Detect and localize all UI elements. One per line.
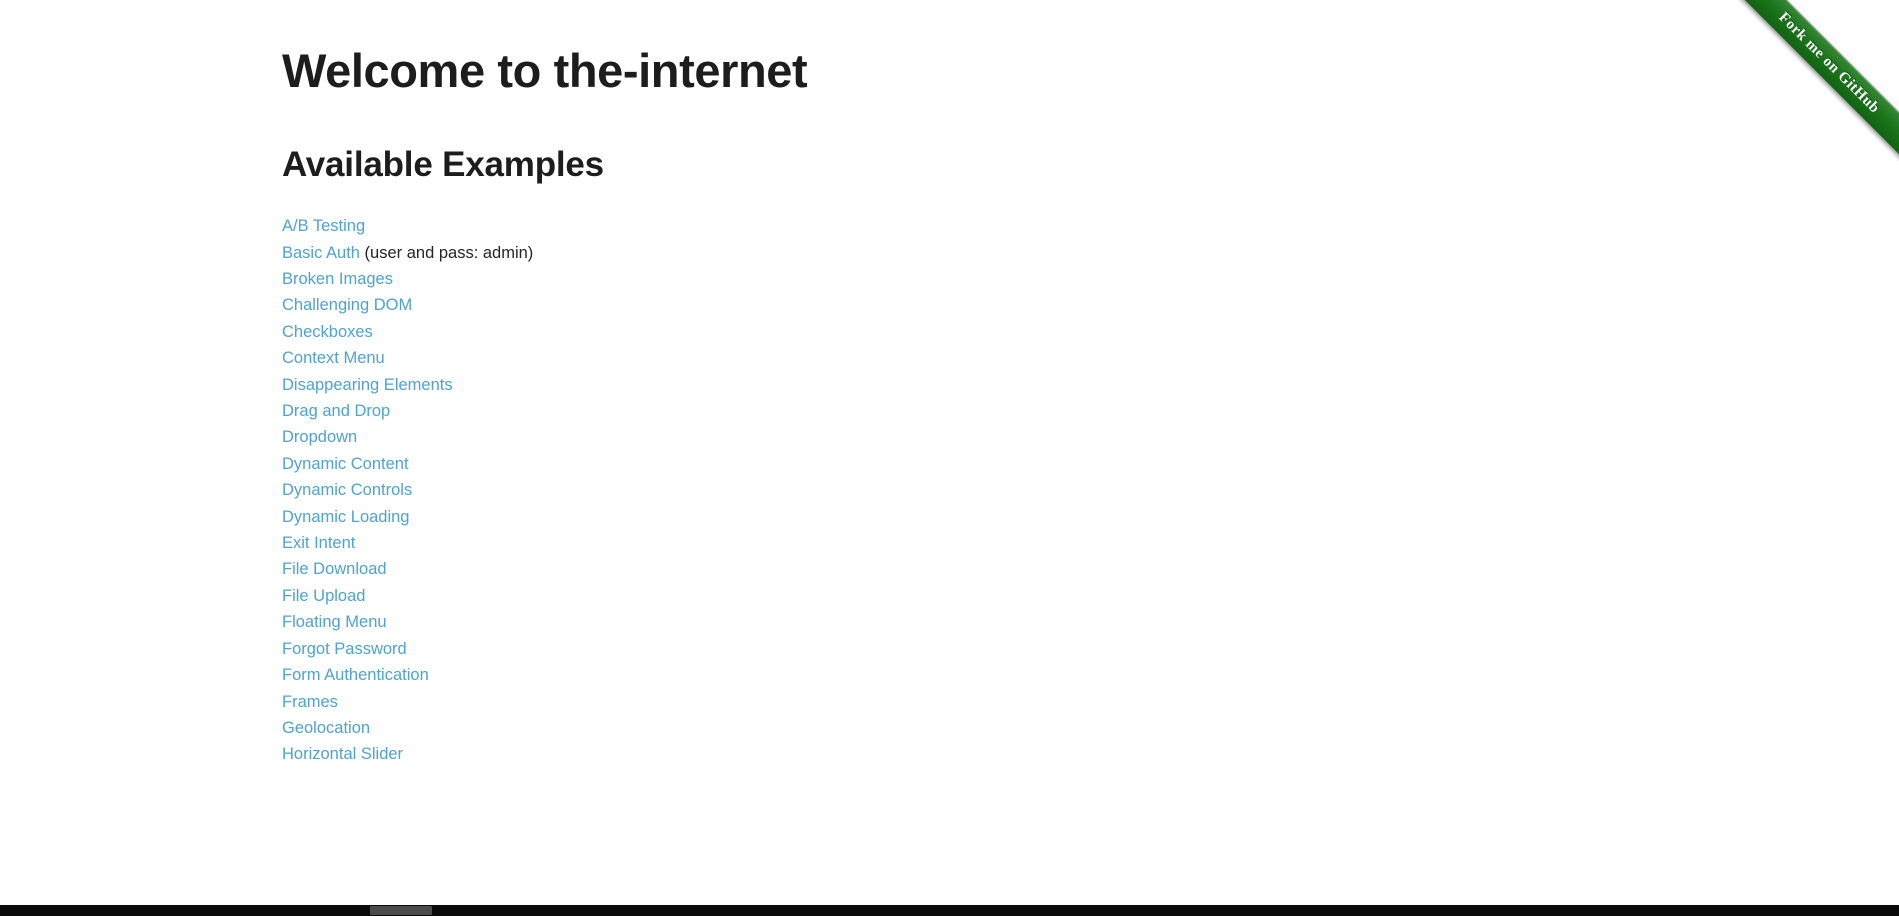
example-link-horizontal-slider[interactable]: Horizontal Slider [282, 745, 403, 763]
list-item: Broken Images [282, 266, 1899, 292]
example-link-forgot-password[interactable]: Forgot Password [282, 640, 407, 658]
example-link-form-authentication[interactable]: Form Authentication [282, 666, 429, 684]
example-link-frames[interactable]: Frames [282, 693, 338, 711]
list-item: Dynamic Content [282, 451, 1899, 477]
horizontal-scrollbar-thumb[interactable] [370, 906, 432, 915]
example-link-exit-intent[interactable]: Exit Intent [282, 534, 355, 552]
list-item: Dropdown [282, 424, 1899, 450]
list-item: A/B Testing [282, 213, 1899, 239]
list-item: Drag and Drop [282, 398, 1899, 424]
list-item: Frames [282, 689, 1899, 715]
example-link-file-upload[interactable]: File Upload [282, 587, 365, 605]
list-item: Exit Intent [282, 530, 1899, 556]
list-item: Dynamic Loading [282, 504, 1899, 530]
examples-list: A/B Testing Basic Auth (user and pass: a… [282, 184, 1899, 768]
list-item: Floating Menu [282, 609, 1899, 635]
main-content: Welcome to the-internet Available Exampl… [0, 0, 1899, 768]
example-link-basic-auth[interactable]: Basic Auth [282, 244, 360, 262]
list-item: Form Authentication [282, 662, 1899, 688]
list-item: Geolocation [282, 715, 1899, 741]
page-title: Welcome to the-internet [282, 44, 808, 97]
example-link-file-download[interactable]: File Download [282, 560, 387, 578]
list-item: File Upload [282, 583, 1899, 609]
example-link-checkboxes[interactable]: Checkboxes [282, 323, 373, 341]
list-item: Disappearing Elements [282, 372, 1899, 398]
list-item: Horizontal Slider [282, 741, 1899, 767]
list-item: Context Menu [282, 345, 1899, 371]
example-link-dropdown[interactable]: Dropdown [282, 428, 357, 446]
example-link-floating-menu[interactable]: Floating Menu [282, 613, 387, 631]
fork-me-on-github-ribbon[interactable]: Fork me on GitHub [1699, 0, 1899, 200]
example-link-ab-testing[interactable]: A/B Testing [282, 217, 365, 235]
page-container: Fork me on GitHub Welcome to the-interne… [0, 0, 1899, 905]
example-link-dynamic-loading[interactable]: Dynamic Loading [282, 508, 410, 526]
example-link-challenging-dom[interactable]: Challenging DOM [282, 296, 412, 314]
example-link-broken-images[interactable]: Broken Images [282, 270, 393, 288]
example-link-dynamic-controls[interactable]: Dynamic Controls [282, 481, 412, 499]
example-link-context-menu[interactable]: Context Menu [282, 349, 385, 367]
list-item: Forgot Password [282, 636, 1899, 662]
list-item: Checkboxes [282, 319, 1899, 345]
example-note: (user and pass: admin) [359, 243, 534, 262]
example-link-drag-and-drop[interactable]: Drag and Drop [282, 402, 390, 420]
list-item: Basic Auth (user and pass: admin) [282, 240, 1899, 266]
list-item: Dynamic Controls [282, 477, 1899, 503]
fork-ribbon-label[interactable]: Fork me on GitHub [1726, 0, 1899, 166]
example-link-geolocation[interactable]: Geolocation [282, 719, 370, 737]
list-item: Challenging DOM [282, 292, 1899, 318]
list-item: File Download [282, 556, 1899, 582]
section-heading-available-examples: Available Examples [282, 144, 604, 184]
example-link-dynamic-content[interactable]: Dynamic Content [282, 455, 409, 473]
horizontal-scrollbar[interactable] [0, 905, 1899, 916]
example-link-disappearing-elements[interactable]: Disappearing Elements [282, 376, 453, 394]
